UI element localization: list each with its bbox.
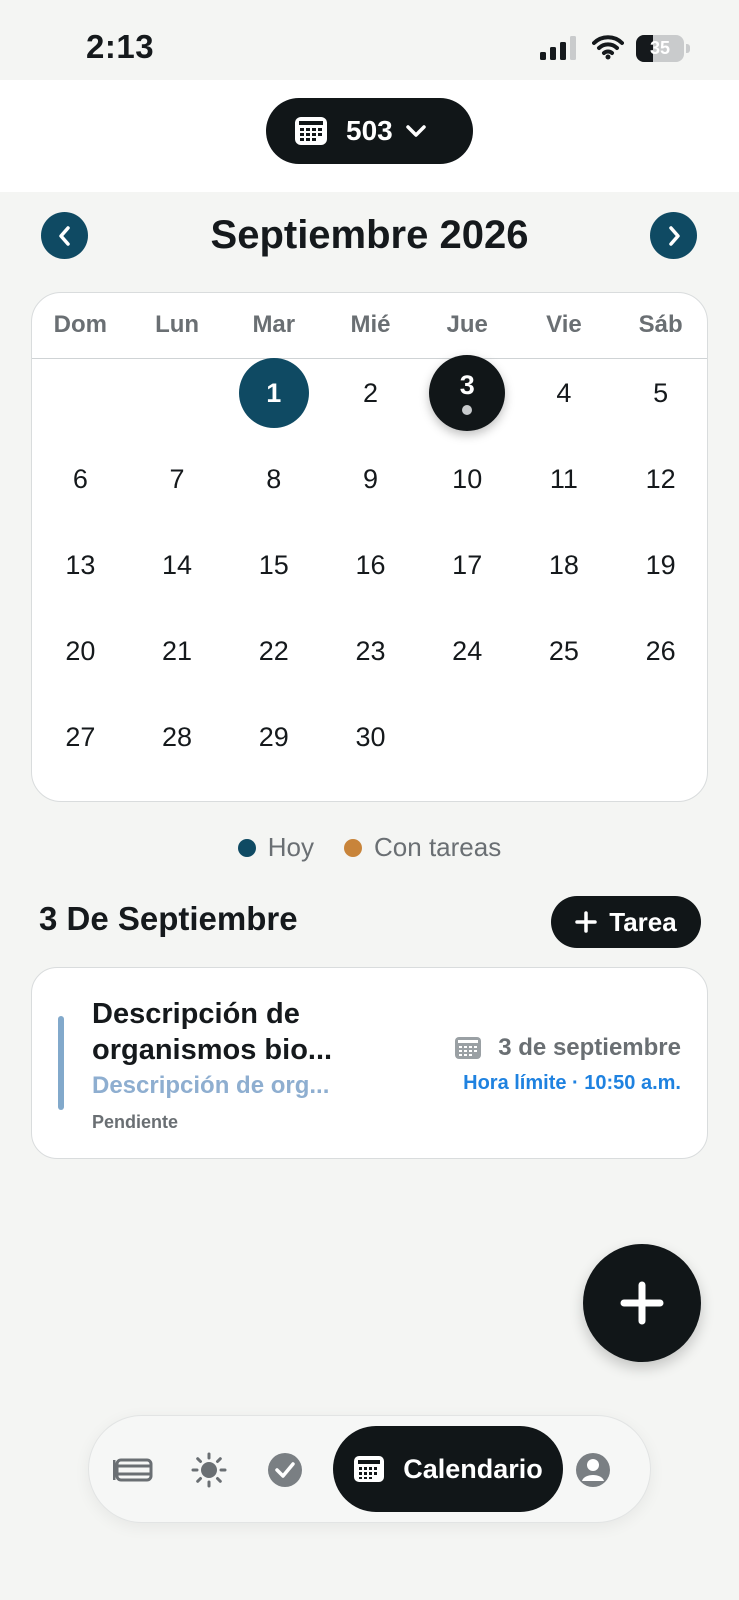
nav-calendar-label: Calendario [403, 1453, 543, 1484]
calendar-day[interactable]: 3 [429, 355, 506, 431]
calendar-day[interactable]: 19 [626, 530, 696, 600]
selected-day-title: 3 De Septiembre [39, 900, 298, 937]
task-title: Descripción de organismos bio... [92, 998, 333, 1066]
calendar-day[interactable]: 20 [45, 616, 115, 686]
legend: Hoy Con tareas [0, 832, 739, 863]
chevron-right-icon [668, 225, 680, 246]
chevron-down-icon [405, 125, 426, 137]
weekday-header: Dom Lun Mar Mié Jue Vie Sáb [32, 293, 707, 359]
calendar-day[interactable]: 26 [626, 616, 696, 686]
task-indicator-dot [462, 405, 473, 415]
add-task-label: Tarea [609, 906, 677, 937]
chevron-left-icon [58, 225, 70, 246]
plus-icon [620, 1281, 664, 1325]
wifi-icon [592, 35, 624, 60]
group-label: 503 [346, 115, 393, 146]
weekday-label: Mié [350, 311, 391, 338]
battery-level: 35 [649, 38, 671, 58]
calendar-day[interactable]: 9 [336, 444, 406, 514]
calendar-day[interactable]: 11 [529, 444, 599, 514]
calendar-day[interactable]: 18 [529, 530, 599, 600]
group-selector-button[interactable]: 503 [266, 98, 473, 164]
weekday-label: Dom [53, 311, 108, 338]
calendar-day[interactable]: 1 [238, 358, 309, 428]
calendar-day[interactable]: 28 [142, 702, 212, 772]
previous-month-button[interactable] [41, 212, 88, 259]
legend-today: Hoy [237, 832, 315, 863]
calendar-day[interactable]: 2 [336, 358, 406, 428]
tasks-dot-icon [344, 838, 363, 857]
calendar-day[interactable]: 10 [432, 444, 502, 514]
calendar-day[interactable]: 5 [626, 358, 696, 428]
calendar-icon [295, 117, 327, 145]
signal-icon [540, 36, 576, 60]
today-dot-icon [237, 838, 256, 857]
calendar-day[interactable]: 13 [45, 530, 115, 600]
task-status: Pendiente [92, 1112, 179, 1132]
task-date: 3 de septiembre [454, 1034, 681, 1062]
task-deadline: Hora límite · 10:50 a.m. [463, 1072, 681, 1094]
calendar-day[interactable]: 21 [142, 616, 212, 686]
header: 503 [0, 80, 739, 192]
weekday-label: Lun [155, 311, 200, 338]
legend-today-label: Hoy [267, 832, 315, 862]
bottom-nav: Calendario [88, 1415, 651, 1523]
calendar-day[interactable]: 12 [626, 444, 696, 514]
calendar-day[interactable]: 15 [239, 530, 309, 600]
task-card[interactable]: Descripción de organismos bio... Descrip… [31, 967, 708, 1159]
calendar-day[interactable]: 8 [239, 444, 309, 514]
calendar-day[interactable]: 17 [432, 530, 502, 600]
legend-tasks-label: Con tareas [374, 832, 502, 862]
check-circle-icon[interactable] [265, 1452, 305, 1488]
calendar-day[interactable]: 7 [142, 444, 212, 514]
status-time: 2:13 [86, 28, 155, 65]
calendar-day[interactable]: 29 [239, 702, 309, 772]
calendar-icon [354, 1456, 385, 1482]
add-task-button[interactable]: Tarea [551, 896, 701, 948]
calendar-day[interactable]: 30 [336, 702, 406, 772]
task-date-label: 3 de septiembre [498, 1034, 681, 1061]
weekday-label: Sáb [638, 311, 683, 338]
calendar-day[interactable]: 16 [336, 530, 406, 600]
next-month-button[interactable] [650, 212, 697, 259]
add-fab-button[interactable] [583, 1244, 701, 1362]
calendar-grid: Dom Lun Mar Mié Jue Vie Sáb 1 2 3 4 5 6 7 8 9 10 11 12 13 1… [31, 292, 708, 802]
task-accent-bar [58, 1016, 64, 1110]
weekday-label: Vie [546, 311, 582, 338]
calendar-day[interactable]: 24 [432, 616, 502, 686]
calendar-day[interactable]: 23 [336, 616, 406, 686]
calendar-day[interactable]: 14 [142, 530, 212, 600]
calendar-day[interactable]: 6 [45, 444, 115, 514]
weekday-label: Jue [446, 311, 488, 338]
profile-icon[interactable] [573, 1452, 613, 1488]
status-bar: 2:13 35 [0, 0, 739, 80]
plus-icon [575, 911, 598, 933]
calendar-day[interactable]: 4 [529, 358, 599, 428]
battery-icon: 35 [636, 35, 690, 62]
calendar-day[interactable]: 25 [529, 616, 599, 686]
calendar-day[interactable]: 27 [45, 702, 115, 772]
calendar-icon [455, 1037, 482, 1059]
month-title: Septiembre 2026 [210, 213, 529, 257]
legend-tasks: Con tareas [344, 832, 501, 863]
list-icon[interactable] [113, 1452, 153, 1488]
nav-calendar-tab[interactable]: Calendario [333, 1426, 563, 1512]
calendar-day[interactable]: 22 [239, 616, 309, 686]
weekday-label: Mar [252, 311, 296, 338]
sun-icon[interactable] [189, 1452, 229, 1488]
task-description: Descripción de org... [92, 1072, 330, 1099]
